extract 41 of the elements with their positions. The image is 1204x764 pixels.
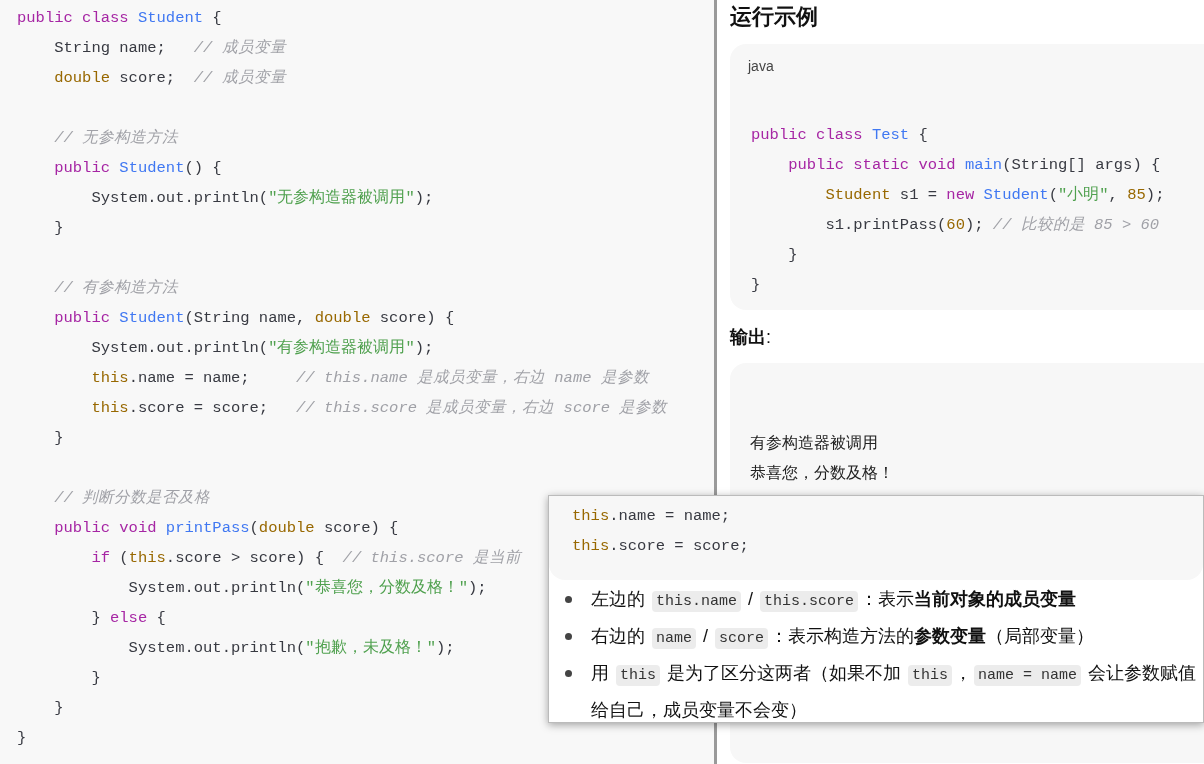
code-line: if (this.score > score) { // this.score 是当前 <box>90 548 521 569</box>
language-label: java <box>748 57 774 76</box>
bullet-icon <box>565 596 572 603</box>
code-line: // 无参构造方法 <box>53 128 179 149</box>
code-line: String name; // 成员变量 <box>53 38 286 59</box>
code-line: } else { <box>90 608 166 629</box>
code-line: this.name = name; // this.name 是成员变量，右边 name 是参数 <box>90 368 649 389</box>
code-line: } <box>53 698 64 719</box>
section-heading: 运行示例 <box>730 3 818 31</box>
code-line: public class Student { <box>17 8 222 29</box>
code-line: public Student() { <box>53 158 222 179</box>
bullet-icon <box>565 670 572 677</box>
code-line: public static void main(String[] args) { <box>787 155 1161 176</box>
code-line: System.out.println("无参构造器被调用"); <box>90 188 434 209</box>
code-line: // 有参构造方法 <box>53 278 179 299</box>
code-line: this.score = score; // this.score 是成员变量，右边 score 是参数 <box>90 398 668 419</box>
code-line: Student s1 = new Student("小明", 85); <box>824 185 1165 206</box>
code-line: } <box>751 275 761 296</box>
code-line: public class Test { <box>751 125 928 146</box>
code-line: } <box>90 668 101 689</box>
output-line: 恭喜您，分数及格！ <box>750 463 894 483</box>
bullet-text: 右边的 name / score ：表示构造方法的参数变量（局部变量） <box>591 625 1095 651</box>
code-line: System.out.println("有参构造器被调用"); <box>90 338 434 359</box>
output-line: 有参构造器被调用 <box>750 433 878 453</box>
code-line: } <box>53 218 64 239</box>
code-line: public Student(String name, double score) { <box>53 308 455 329</box>
bullet-icon <box>565 633 572 640</box>
code-line: // 判断分数是否及格 <box>53 488 211 509</box>
code-line: this.score = score; <box>572 536 749 557</box>
code-line: System.out.println("抱歉，未及格！"); <box>127 638 455 659</box>
code-line: double score; // 成员变量 <box>53 68 286 89</box>
code-line: this.name = name; <box>572 506 731 527</box>
bullet-text: 左边的 this.name / this.score ：表示当前对象的成员变量 <box>591 588 1077 614</box>
code-line: System.out.println("恭喜您，分数及格！"); <box>127 578 487 599</box>
code-line: } <box>17 728 27 749</box>
output-label: 输出: <box>730 327 771 347</box>
code-line: s1.printPass(60); // 比较的是 85 > 60 <box>824 215 1160 236</box>
code-line: } <box>53 428 64 449</box>
bullet-text: 用 this 是为了区分这两者（如果不加 this ， name = name 会让参数赋值给自己，成员变量不会变） <box>591 662 1197 722</box>
code-line: } <box>787 245 798 266</box>
code-line: public void printPass(double score) { <box>53 518 399 539</box>
